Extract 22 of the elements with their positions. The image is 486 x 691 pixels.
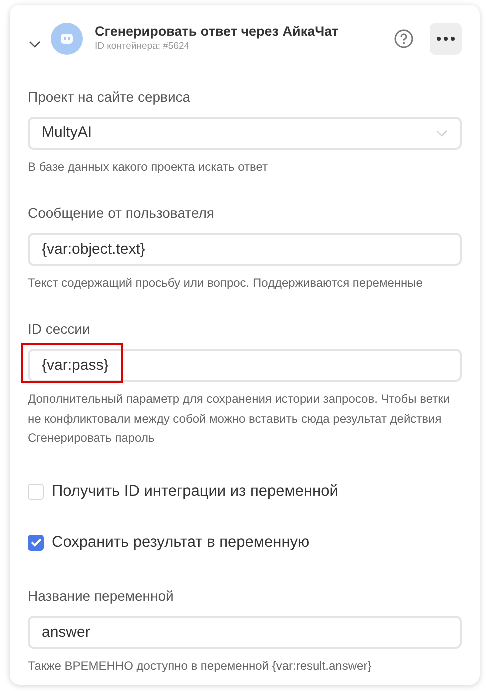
block-title: Сгенерировать ответ через АйкаЧат: [95, 24, 340, 40]
checkbox[interactable]: [28, 534, 44, 551]
checkbox-label: Получить ID интеграции из переменной: [52, 482, 338, 502]
field-label: Проект на сайте сервиса: [28, 88, 192, 107]
field-label: Название переменной: [28, 587, 175, 606]
field-label: ID сессии: [28, 320, 92, 340]
hint-text: Также ВРЕМЕННО доступно в переменной {var:result.answer}: [28, 658, 373, 676]
input-field[interactable]: {var:object.text}: [28, 233, 462, 266]
container-id: ID контейнера: #5624: [95, 40, 191, 54]
select-field[interactable]: MultyAI: [28, 117, 462, 150]
input-field[interactable]: answer: [28, 616, 462, 650]
input-field[interactable]: {var:pass}: [28, 349, 462, 382]
hint-text: Текст содержащий просьбу или вопрос. Поддерживаются переменные: [28, 275, 424, 292]
more-icon: [437, 37, 455, 41]
more-button[interactable]: [430, 23, 462, 55]
robot-icon: [51, 23, 83, 55]
help-icon[interactable]: [394, 27, 414, 51]
caret-icon: [436, 130, 448, 138]
field-label: Сообщение от пользователя: [28, 204, 216, 224]
hint-text: Дополнительный параметр для сохранения истории запросов. Чтобы ветки не конфликтовали между собой можно вставить сюда результат действия Сгенерировать пароль: [28, 391, 452, 447]
hint-text: В базе данных какого проекта искать ответ: [28, 159, 270, 176]
checkbox-label: Сохранить результат в переменную: [52, 533, 310, 554]
